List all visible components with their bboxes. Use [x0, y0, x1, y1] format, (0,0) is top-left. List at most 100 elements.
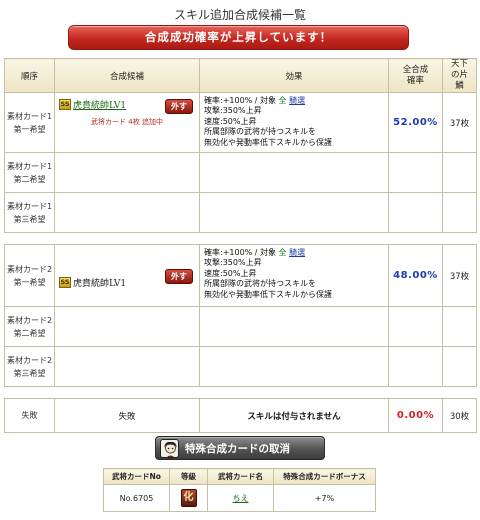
row-label-card: 素材カード1	[6, 161, 53, 171]
effect-target-link[interactable]: 騎選	[289, 248, 305, 257]
table-row: 素材カード2 第三希望	[4, 346, 477, 387]
candidate-cell	[54, 192, 200, 233]
effect-cell: 確率:+100% / 対象 全 騎選 攻撃:350%上昇 速度:50%上昇 所属…	[199, 92, 389, 153]
grade-badge-icon: 化	[180, 489, 197, 507]
rate-cell	[388, 152, 443, 193]
success-rate-banner: 合成成功確率が上昇しています！	[68, 25, 409, 50]
row-label: 素材カード1 第一希望	[4, 92, 55, 153]
remove-button[interactable]: 外す	[165, 269, 193, 284]
candidate-cell: SS 虎賁統帥LV1 外す 武将カード 4枚 追加中	[54, 92, 200, 153]
table-row: 素材カード1 第三希望	[4, 192, 477, 233]
table-row: 素材カード2 第二希望	[4, 306, 477, 347]
bonus-header-grade: 等級	[169, 468, 208, 485]
stock-cell: 37枚	[442, 244, 477, 307]
header-rate: 全合成確率	[388, 58, 443, 93]
added-cards-note: 武将カード 4枚 追加中	[91, 118, 163, 126]
remove-button[interactable]: 外す	[165, 99, 193, 114]
bonus-value: +7%	[273, 484, 376, 512]
effect-desc-2: 無効化や発動率低下スキルから保護	[204, 137, 332, 147]
row-label-choice: 第二希望	[13, 328, 46, 338]
bonus-card-no: No.6705	[103, 484, 170, 512]
row-label-choice: 第三希望	[13, 214, 46, 224]
failure-label: 失敗	[4, 398, 55, 433]
effect-speed: 速度:50%上昇	[204, 268, 257, 278]
effect-cell	[199, 346, 389, 387]
effect-speed: 速度:50%上昇	[204, 116, 257, 126]
stock-cell: 37枚	[442, 92, 477, 153]
row-label-choice: 第三希望	[13, 368, 46, 378]
header-stock: 天下の片鱗	[442, 58, 477, 93]
effect-attack: 攻撃:350%上昇	[204, 258, 262, 268]
page-title: スキル追加合成候補一覧	[173, 8, 306, 22]
candidate-table: 順序 合成候補 効果 全合成確率 天下の片鱗 素材カード1 第一希望 SS 虎賁…	[4, 58, 477, 433]
row-label-choice: 第一希望	[13, 277, 46, 287]
effect-target-link[interactable]: 騎選	[289, 96, 305, 105]
failure-candidate: 失敗	[54, 398, 200, 433]
bonus-row: No.6705 化 ちえ +7%	[103, 484, 376, 512]
rate-cell	[388, 192, 443, 233]
stock-cell	[442, 192, 477, 233]
table-row: 素材カード2 第一希望 SS 虎賁統帥LV1 外す 確率:+100% / 対象 …	[4, 244, 477, 307]
card-portrait-icon	[160, 438, 179, 458]
stock-cell	[442, 306, 477, 347]
effect-target: 全	[278, 96, 287, 105]
skill-link[interactable]: 虎賁統帥LV1	[73, 98, 126, 111]
bonus-header-card-no: 武将カードNo	[103, 468, 170, 485]
card-name-link[interactable]: ちえ	[233, 494, 249, 503]
effect-rate: 確率:+100% / 対象	[204, 96, 279, 105]
rate-cell	[388, 346, 443, 387]
cancel-special-card-button[interactable]: 特殊合成カードの取消	[155, 436, 325, 460]
cancel-button-label: 特殊合成カードの取消	[185, 442, 290, 455]
bonus-grade: 化	[169, 484, 208, 512]
row-label-card: 素材カード2	[6, 315, 53, 325]
failure-stock: 30枚	[442, 398, 477, 433]
row-label-card: 素材カード1	[6, 201, 53, 211]
stock-cell	[442, 346, 477, 387]
skill-link[interactable]: 虎賁統帥LV1	[73, 276, 126, 289]
row-label: 素材カード2 第一希望	[4, 244, 55, 307]
row-label-choice: 第二希望	[13, 174, 46, 184]
row-label: 素材カード1 第二希望	[4, 152, 55, 193]
bonus-header-bonus: 特殊合成カードボーナス	[273, 468, 376, 485]
ss-rank-icon: SS	[59, 277, 71, 288]
table-row: 素材カード1 第二希望	[4, 152, 477, 193]
bonus-card-name-cell: ちえ	[207, 484, 274, 512]
row-label-choice: 第一希望	[13, 124, 46, 134]
row-label: 素材カード2 第二希望	[4, 306, 55, 347]
effect-rate: 確率:+100% / 対象	[204, 248, 279, 257]
section-spacer	[4, 386, 477, 399]
row-label-card: 素材カード1	[6, 111, 53, 121]
effect-cell	[199, 152, 389, 193]
effect-attack: 攻撃:350%上昇	[204, 106, 262, 116]
stock-cell	[442, 152, 477, 193]
candidate-cell	[54, 306, 200, 347]
row-label-card: 素材カード2	[6, 355, 53, 365]
section-spacer	[4, 232, 477, 245]
row-label-card: 素材カード2	[6, 264, 53, 274]
header-effect: 効果	[199, 58, 389, 93]
effect-desc-1: 所属部隊の武将が持つスキルを	[204, 127, 316, 137]
ss-rank-icon: SS	[59, 99, 71, 110]
rate-cell	[388, 306, 443, 347]
candidate-cell: SS 虎賁統帥LV1 外す	[54, 244, 200, 307]
effect-cell	[199, 192, 389, 233]
effect-desc-1: 所属部隊の武将が持つスキルを	[204, 279, 316, 289]
row-label: 素材カード1 第三希望	[4, 192, 55, 233]
header-order: 順序	[4, 58, 55, 93]
effect-cell: 確率:+100% / 対象 全 騎選 攻撃:350%上昇 速度:50%上昇 所属…	[199, 244, 389, 307]
candidate-cell	[54, 152, 200, 193]
row-label: 素材カード2 第三希望	[4, 346, 55, 387]
rate-cell: 52.00%	[388, 92, 443, 153]
effect-cell	[199, 306, 389, 347]
rate-cell: 48.00%	[388, 244, 443, 307]
header-candidate: 合成候補	[54, 58, 200, 93]
table-header-row: 順序 合成候補 効果 全合成確率 天下の片鱗	[4, 58, 477, 93]
failure-effect: スキルは付与されません	[199, 398, 389, 433]
failure-rate: 0.00%	[388, 398, 443, 433]
bonus-header-row: 武将カードNo 等級 武将カード名 特殊合成カードボーナス	[103, 468, 376, 485]
candidate-cell	[54, 346, 200, 387]
bonus-header-card-name: 武将カード名	[207, 468, 274, 485]
effect-desc-2: 無効化や発動率低下スキルから保護	[204, 289, 332, 299]
bonus-table: 武将カードNo 等級 武将カード名 特殊合成カードボーナス No.6705 化 …	[103, 468, 376, 512]
table-row: 素材カード1 第一希望 SS 虎賁統帥LV1 外す 武将カード 4枚 追加中 確…	[4, 92, 477, 153]
